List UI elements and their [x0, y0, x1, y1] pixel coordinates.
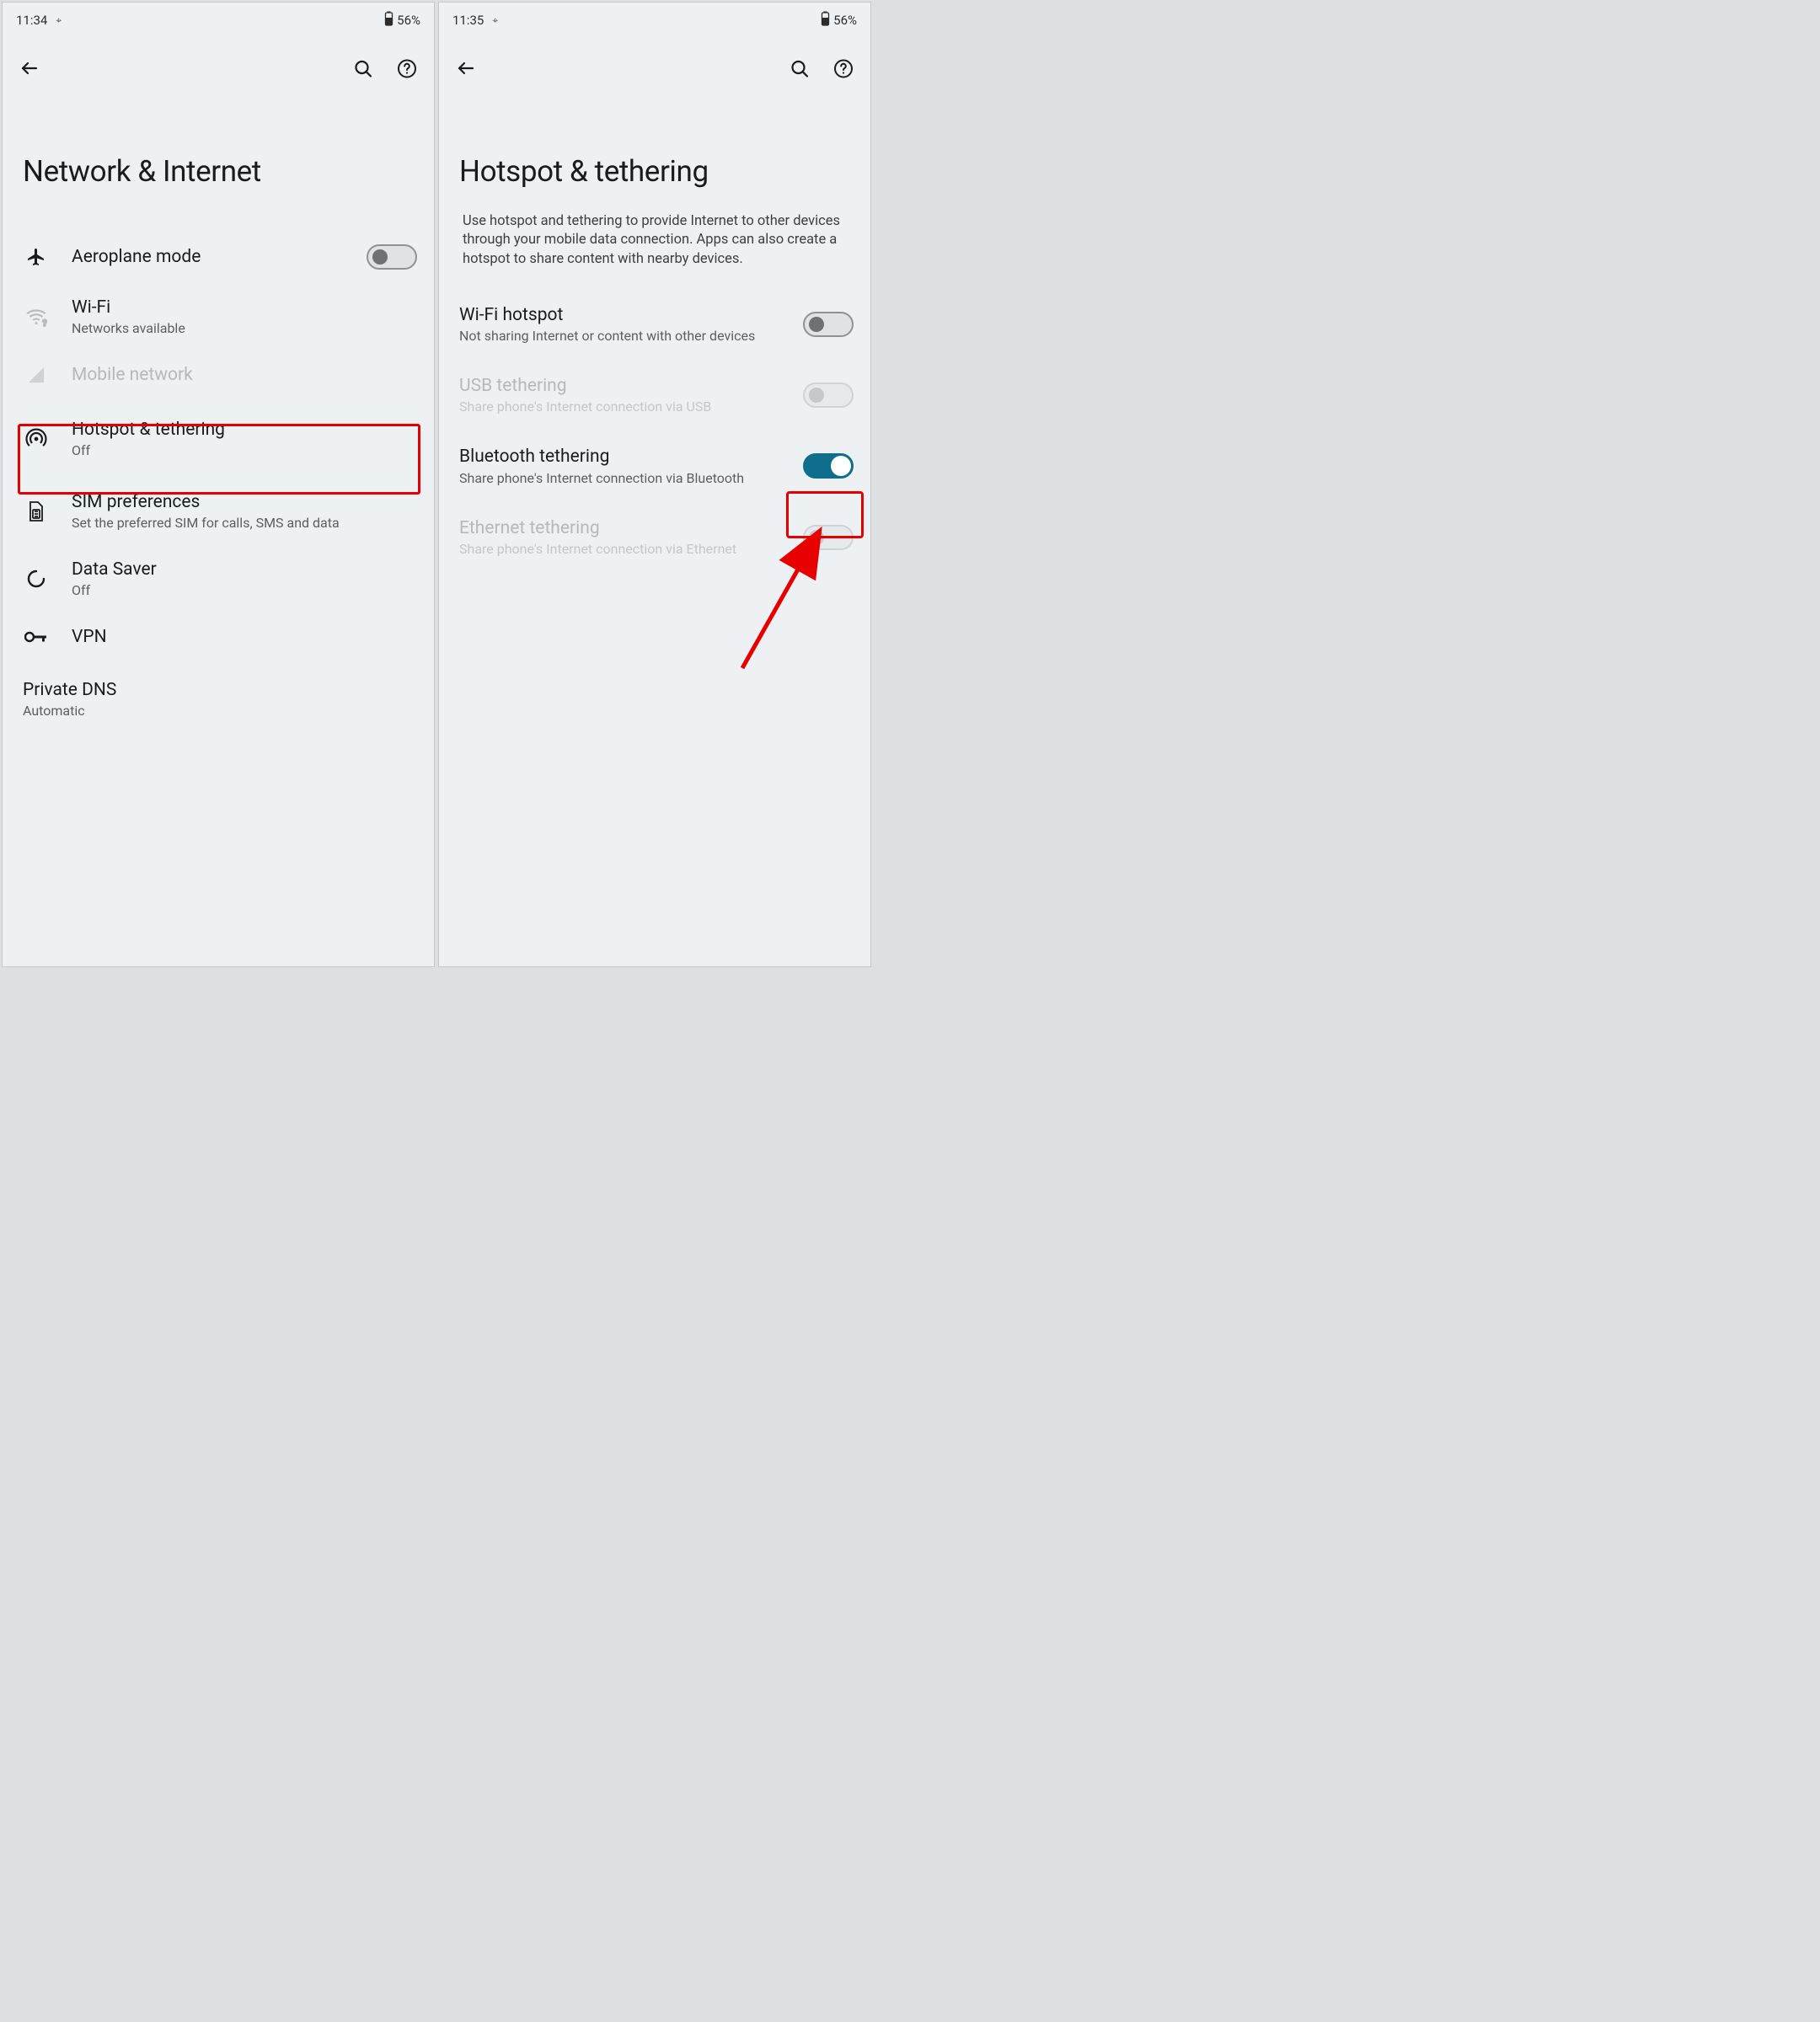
vpn-key-icon — [21, 630, 51, 644]
status-battery: 56% — [833, 13, 857, 28]
help-icon[interactable] — [833, 58, 854, 78]
back-icon[interactable] — [19, 58, 40, 78]
search-icon[interactable] — [353, 58, 373, 78]
page-title: Hotspot & tethering — [439, 85, 870, 212]
airplane-icon — [21, 247, 51, 267]
page-title: Network & Internet — [3, 85, 434, 231]
row-private-dns[interactable]: Private DNS Automatic — [3, 666, 434, 733]
row-usb-tethering: USB tethering Share phone's Internet con… — [439, 360, 870, 431]
row-sub: Networks available — [72, 320, 417, 337]
row-sub: Share phone's Internet connection via Et… — [459, 541, 783, 558]
page-description: Use hotspot and tethering to provide Int… — [439, 212, 870, 289]
svg-text:?: ? — [43, 319, 47, 328]
row-sub: Not sharing Internet or content with oth… — [459, 328, 783, 345]
sim-icon — [21, 500, 51, 522]
row-title: SIM preferences — [72, 491, 417, 513]
status-time: 11:34 — [16, 13, 47, 28]
row-ethernet-tethering: Ethernet tethering Share phone's Interne… — [439, 502, 870, 573]
row-title: Data Saver — [72, 559, 417, 580]
wifi-hotspot-toggle[interactable] — [803, 312, 854, 337]
ethernet-tethering-toggle — [803, 525, 854, 550]
row-sim-preferences[interactable]: SIM preferences Set the preferred SIM fo… — [3, 478, 434, 545]
aeroplane-toggle[interactable] — [367, 244, 417, 270]
row-title: Wi-Fi — [72, 297, 417, 318]
status-battery: 56% — [397, 13, 420, 28]
row-wifi-hotspot[interactable]: Wi-Fi hotspot Not sharing Internet or co… — [439, 289, 870, 360]
row-title: Bluetooth tethering — [459, 446, 783, 468]
hotspot-icon — [21, 428, 51, 450]
row-aeroplane-mode[interactable]: Aeroplane mode — [3, 231, 434, 283]
row-mobile-network: Mobile network — [3, 350, 434, 399]
help-icon[interactable] — [397, 58, 417, 78]
location-icon: ⌖ — [492, 14, 498, 27]
row-title: Wi-Fi hotspot — [459, 304, 783, 326]
status-bar: 11:34 ⌖ 56% — [3, 3, 434, 33]
row-sub: Share phone's Internet connection via Bl… — [459, 470, 783, 487]
location-icon: ⌖ — [56, 14, 62, 27]
row-title: Ethernet tethering — [459, 517, 783, 539]
usb-tethering-toggle — [803, 382, 854, 408]
signal-icon — [21, 366, 51, 384]
row-sub: Automatic — [23, 703, 417, 719]
row-bluetooth-tethering[interactable]: Bluetooth tethering Share phone's Intern… — [439, 431, 870, 501]
row-sub: Off — [72, 582, 417, 599]
back-icon[interactable] — [456, 58, 476, 78]
row-title: VPN — [72, 626, 417, 648]
row-data-saver[interactable]: Data Saver Off — [3, 545, 434, 612]
bluetooth-tethering-toggle[interactable] — [803, 453, 854, 479]
row-sub: Off — [72, 442, 417, 459]
wifi-icon: ? — [21, 306, 51, 328]
data-saver-icon — [21, 569, 51, 589]
row-sub: Set the preferred SIM for calls, SMS and… — [72, 515, 417, 532]
row-title: Aeroplane mode — [72, 246, 346, 268]
app-bar — [439, 33, 870, 85]
row-title: Private DNS — [23, 679, 417, 701]
row-title: USB tethering — [459, 375, 783, 397]
row-title: Hotspot & tethering — [72, 419, 417, 441]
row-hotspot-tethering[interactable]: Hotspot & tethering Off — [3, 400, 434, 478]
battery-icon — [821, 11, 830, 29]
row-vpn[interactable]: VPN — [3, 612, 434, 661]
screen-network-internet: 11:34 ⌖ 56% Network & Internet — [2, 2, 435, 967]
status-time: 11:35 — [452, 13, 484, 28]
row-title: Mobile network — [72, 364, 417, 386]
app-bar — [3, 33, 434, 85]
row-sub: Share phone's Internet connection via US… — [459, 399, 783, 415]
row-wifi[interactable]: ? Wi-Fi Networks available — [3, 283, 434, 350]
screen-hotspot-tethering: 11:35 ⌖ 56% Hotspot & tethering Use hots… — [438, 2, 871, 967]
status-bar: 11:35 ⌖ 56% — [439, 3, 870, 33]
battery-icon — [384, 11, 393, 29]
search-icon[interactable] — [790, 58, 810, 78]
